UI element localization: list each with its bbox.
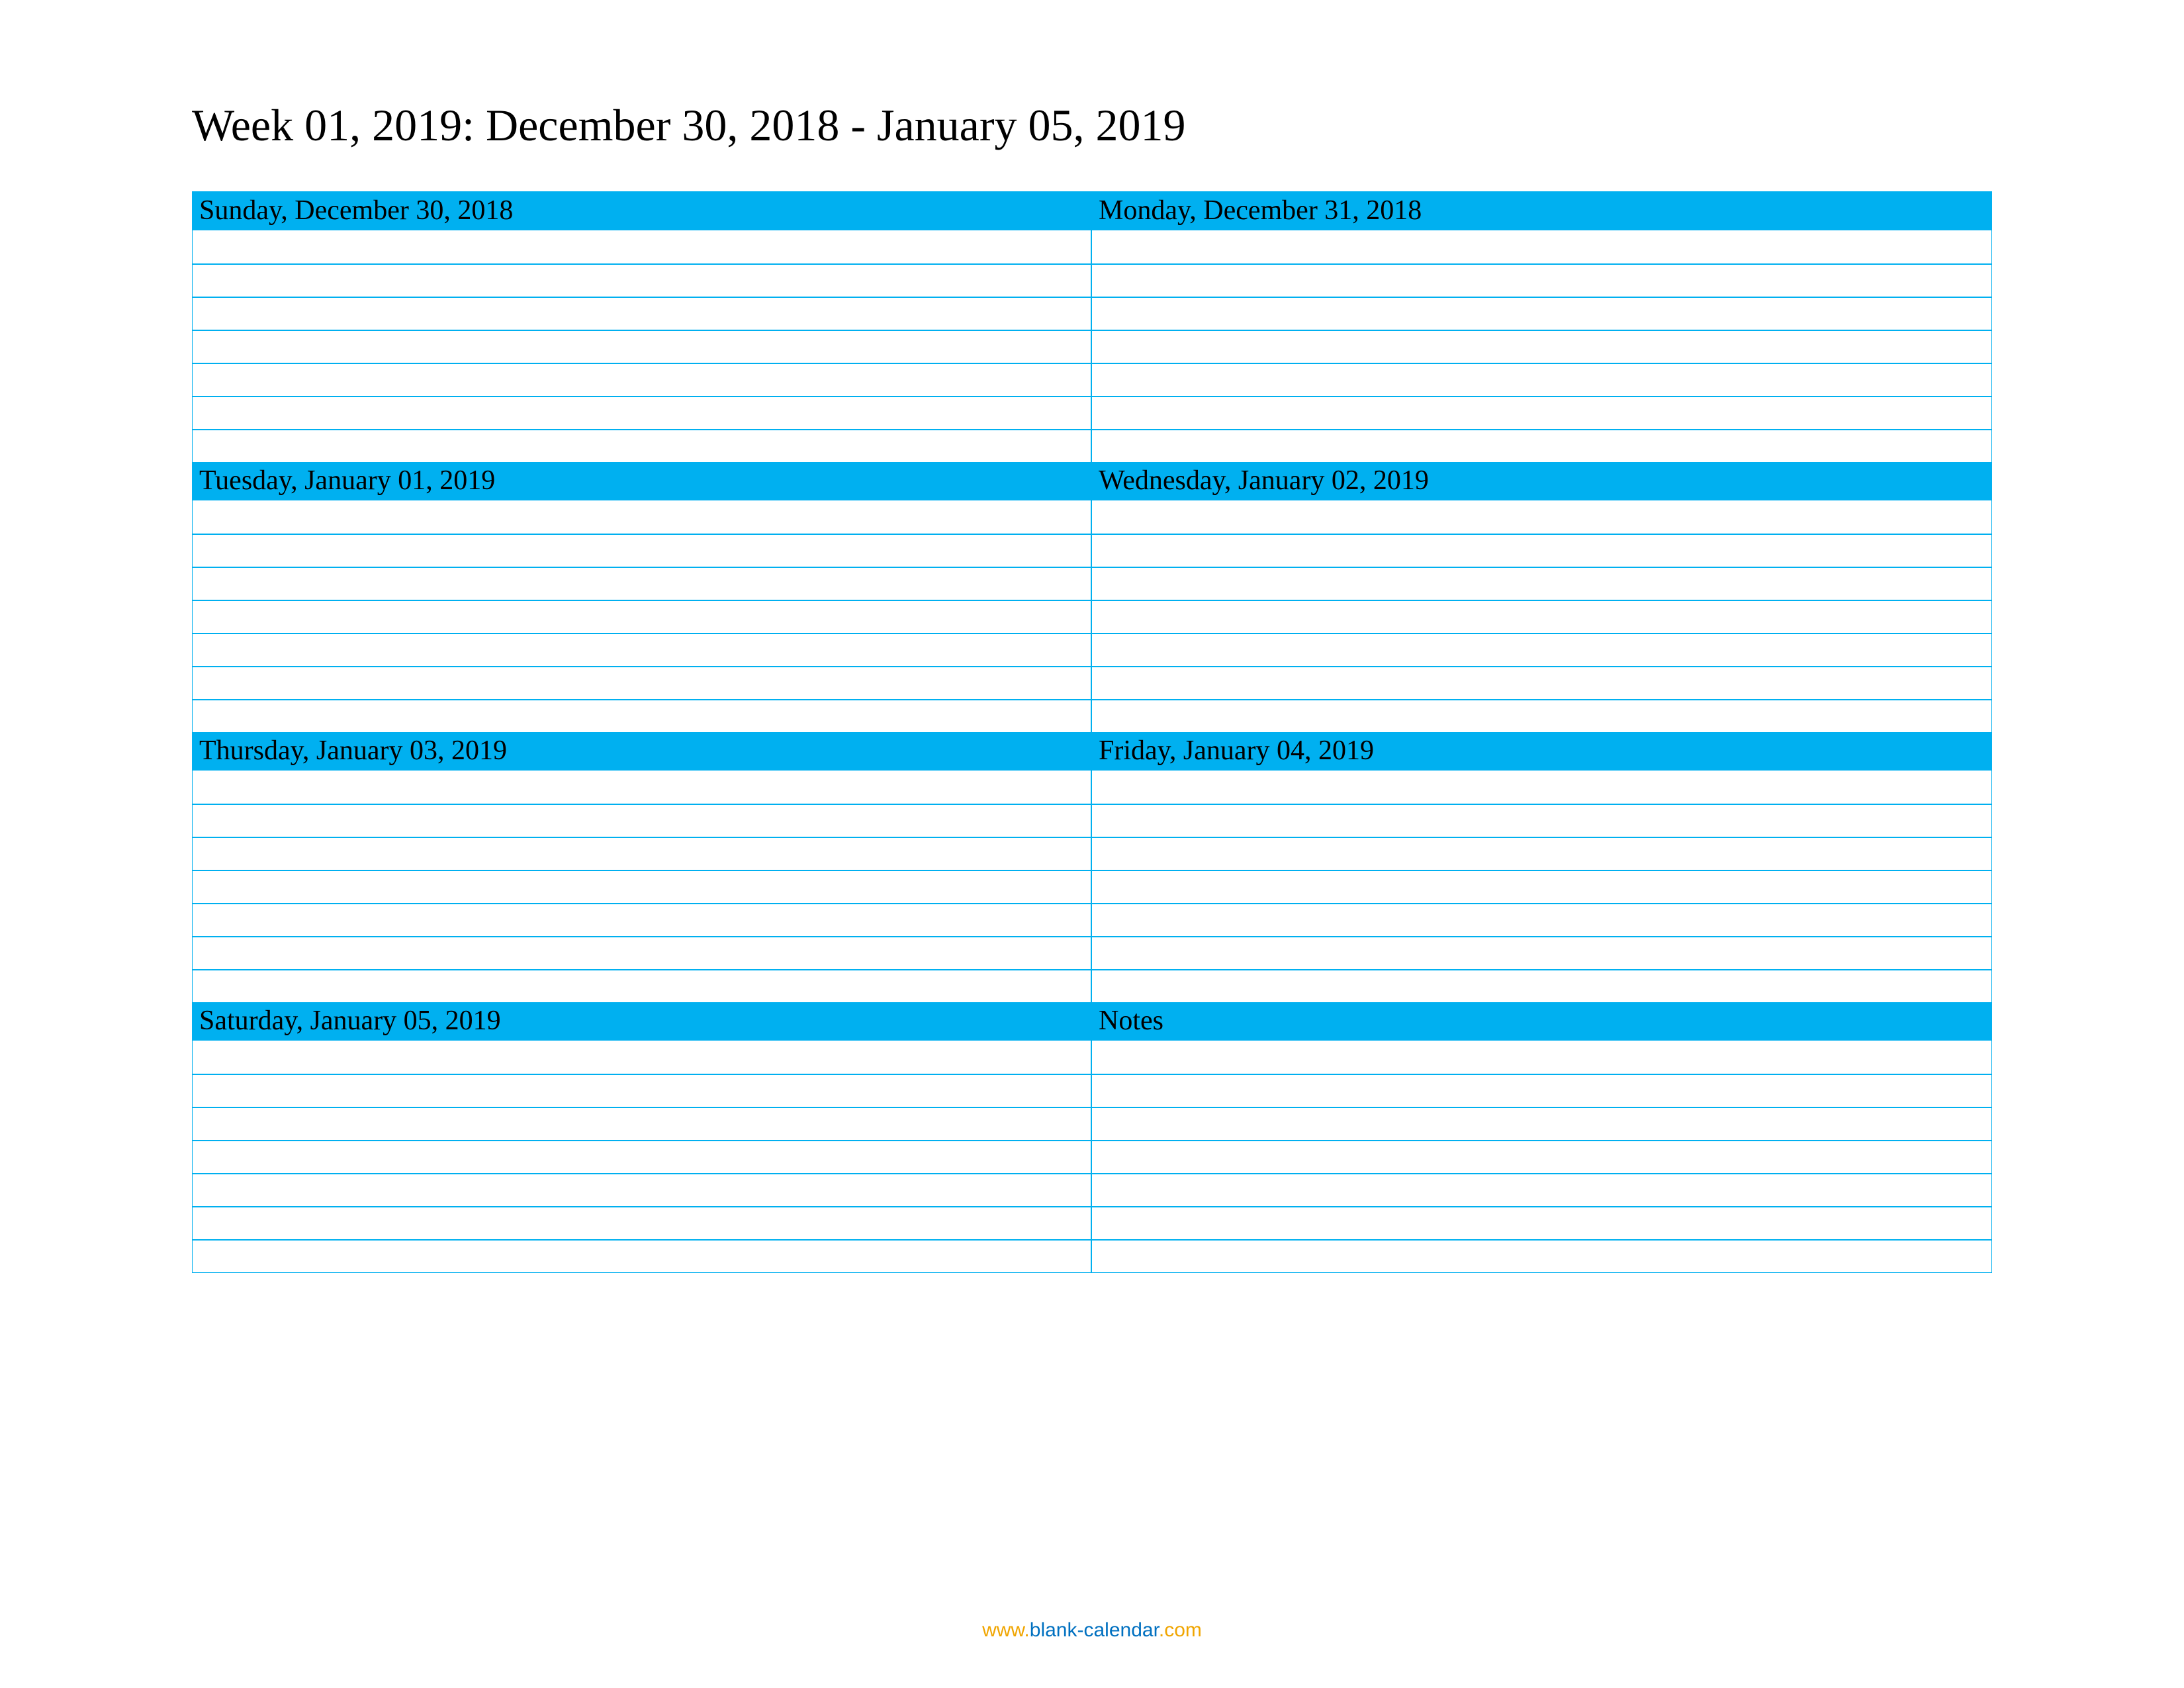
day-entry-row[interactable] bbox=[193, 429, 1092, 462]
day-entry-row[interactable] bbox=[193, 330, 1092, 363]
day-entry-row[interactable] bbox=[1092, 903, 1991, 936]
calendar-grid: Sunday, December 30, 2018Monday, Decembe… bbox=[192, 191, 1992, 1273]
day-header: Friday, January 04, 2019 bbox=[1092, 732, 1991, 771]
day-entry-row[interactable] bbox=[193, 1206, 1092, 1239]
day-entry-row[interactable] bbox=[1092, 230, 1991, 263]
day-entry-row[interactable] bbox=[1092, 666, 1991, 699]
day-block: Notes bbox=[1092, 1002, 1991, 1272]
day-header: Sunday, December 30, 2018 bbox=[193, 192, 1092, 230]
day-block: Monday, December 31, 2018 bbox=[1092, 192, 1991, 462]
day-block: Saturday, January 05, 2019 bbox=[193, 1002, 1092, 1272]
day-entry-row[interactable] bbox=[193, 969, 1092, 1002]
day-entry-row[interactable] bbox=[193, 297, 1092, 330]
day-block: Sunday, December 30, 2018 bbox=[193, 192, 1092, 462]
day-entry-row[interactable] bbox=[193, 363, 1092, 396]
day-header: Notes bbox=[1092, 1002, 1991, 1041]
day-entry-row[interactable] bbox=[1092, 699, 1991, 732]
day-entry-row[interactable] bbox=[1092, 600, 1991, 633]
day-block: Thursday, January 03, 2019 bbox=[193, 732, 1092, 1002]
day-rows bbox=[193, 230, 1092, 462]
day-rows bbox=[1092, 230, 1991, 462]
day-entry-row[interactable] bbox=[193, 230, 1092, 263]
day-entry-row[interactable] bbox=[1092, 396, 1991, 429]
day-entry-row[interactable] bbox=[193, 1173, 1092, 1206]
day-header: Thursday, January 03, 2019 bbox=[193, 732, 1092, 771]
day-entry-row[interactable] bbox=[1092, 567, 1991, 600]
day-entry-row[interactable] bbox=[1092, 1140, 1991, 1173]
day-entry-row[interactable] bbox=[193, 500, 1092, 534]
day-entry-row[interactable] bbox=[1092, 500, 1991, 534]
day-entry-row[interactable] bbox=[1092, 1206, 1991, 1239]
day-entry-row[interactable] bbox=[1092, 330, 1991, 363]
day-entry-row[interactable] bbox=[193, 1140, 1092, 1173]
day-entry-row[interactable] bbox=[193, 699, 1092, 732]
day-block: Wednesday, January 02, 2019 bbox=[1092, 462, 1991, 732]
day-entry-row[interactable] bbox=[1092, 1173, 1991, 1206]
day-header: Monday, December 31, 2018 bbox=[1092, 192, 1991, 230]
day-header: Tuesday, January 01, 2019 bbox=[193, 462, 1092, 500]
footer-www: www. bbox=[982, 1619, 1030, 1641]
day-rows bbox=[193, 771, 1092, 1002]
day-entry-row[interactable] bbox=[1092, 1239, 1991, 1272]
day-entry-row[interactable] bbox=[1092, 1074, 1991, 1107]
day-entry-row[interactable] bbox=[1092, 804, 1991, 837]
day-entry-row[interactable] bbox=[1092, 936, 1991, 969]
day-entry-row[interactable] bbox=[193, 903, 1092, 936]
day-entry-row[interactable] bbox=[1092, 633, 1991, 666]
footer-link[interactable]: www.blank-calendar.com bbox=[0, 1619, 2184, 1642]
day-entry-row[interactable] bbox=[193, 837, 1092, 870]
day-entry-row[interactable] bbox=[1092, 837, 1991, 870]
day-entry-row[interactable] bbox=[193, 804, 1092, 837]
day-entry-row[interactable] bbox=[1092, 870, 1991, 903]
day-entry-row[interactable] bbox=[193, 1107, 1092, 1140]
day-entry-row[interactable] bbox=[1092, 771, 1991, 804]
day-header: Wednesday, January 02, 2019 bbox=[1092, 462, 1991, 500]
day-entry-row[interactable] bbox=[193, 936, 1092, 969]
day-entry-row[interactable] bbox=[193, 1239, 1092, 1272]
day-entry-row[interactable] bbox=[1092, 1107, 1991, 1140]
day-rows bbox=[1092, 771, 1991, 1002]
day-rows bbox=[1092, 500, 1991, 732]
day-entry-row[interactable] bbox=[193, 263, 1092, 297]
day-entry-row[interactable] bbox=[1092, 534, 1991, 567]
day-entry-row[interactable] bbox=[1092, 1041, 1991, 1074]
day-entry-row[interactable] bbox=[193, 1074, 1092, 1107]
day-rows bbox=[193, 1041, 1092, 1272]
day-entry-row[interactable] bbox=[193, 534, 1092, 567]
footer-domain: blank-calendar bbox=[1030, 1619, 1159, 1641]
day-entry-row[interactable] bbox=[193, 771, 1092, 804]
day-entry-row[interactable] bbox=[193, 870, 1092, 903]
day-rows bbox=[193, 500, 1092, 732]
day-entry-row[interactable] bbox=[1092, 297, 1991, 330]
day-entry-row[interactable] bbox=[1092, 363, 1991, 396]
page-title: Week 01, 2019: December 30, 2018 - Janua… bbox=[192, 99, 1992, 152]
day-entry-row[interactable] bbox=[193, 600, 1092, 633]
day-entry-row[interactable] bbox=[1092, 969, 1991, 1002]
day-entry-row[interactable] bbox=[1092, 263, 1991, 297]
day-header: Saturday, January 05, 2019 bbox=[193, 1002, 1092, 1041]
day-entry-row[interactable] bbox=[1092, 429, 1991, 462]
day-rows bbox=[1092, 1041, 1991, 1272]
day-entry-row[interactable] bbox=[193, 567, 1092, 600]
day-entry-row[interactable] bbox=[193, 666, 1092, 699]
day-block: Friday, January 04, 2019 bbox=[1092, 732, 1991, 1002]
day-entry-row[interactable] bbox=[193, 396, 1092, 429]
footer-com: .com bbox=[1159, 1619, 1202, 1641]
day-block: Tuesday, January 01, 2019 bbox=[193, 462, 1092, 732]
day-entry-row[interactable] bbox=[193, 633, 1092, 666]
day-entry-row[interactable] bbox=[193, 1041, 1092, 1074]
